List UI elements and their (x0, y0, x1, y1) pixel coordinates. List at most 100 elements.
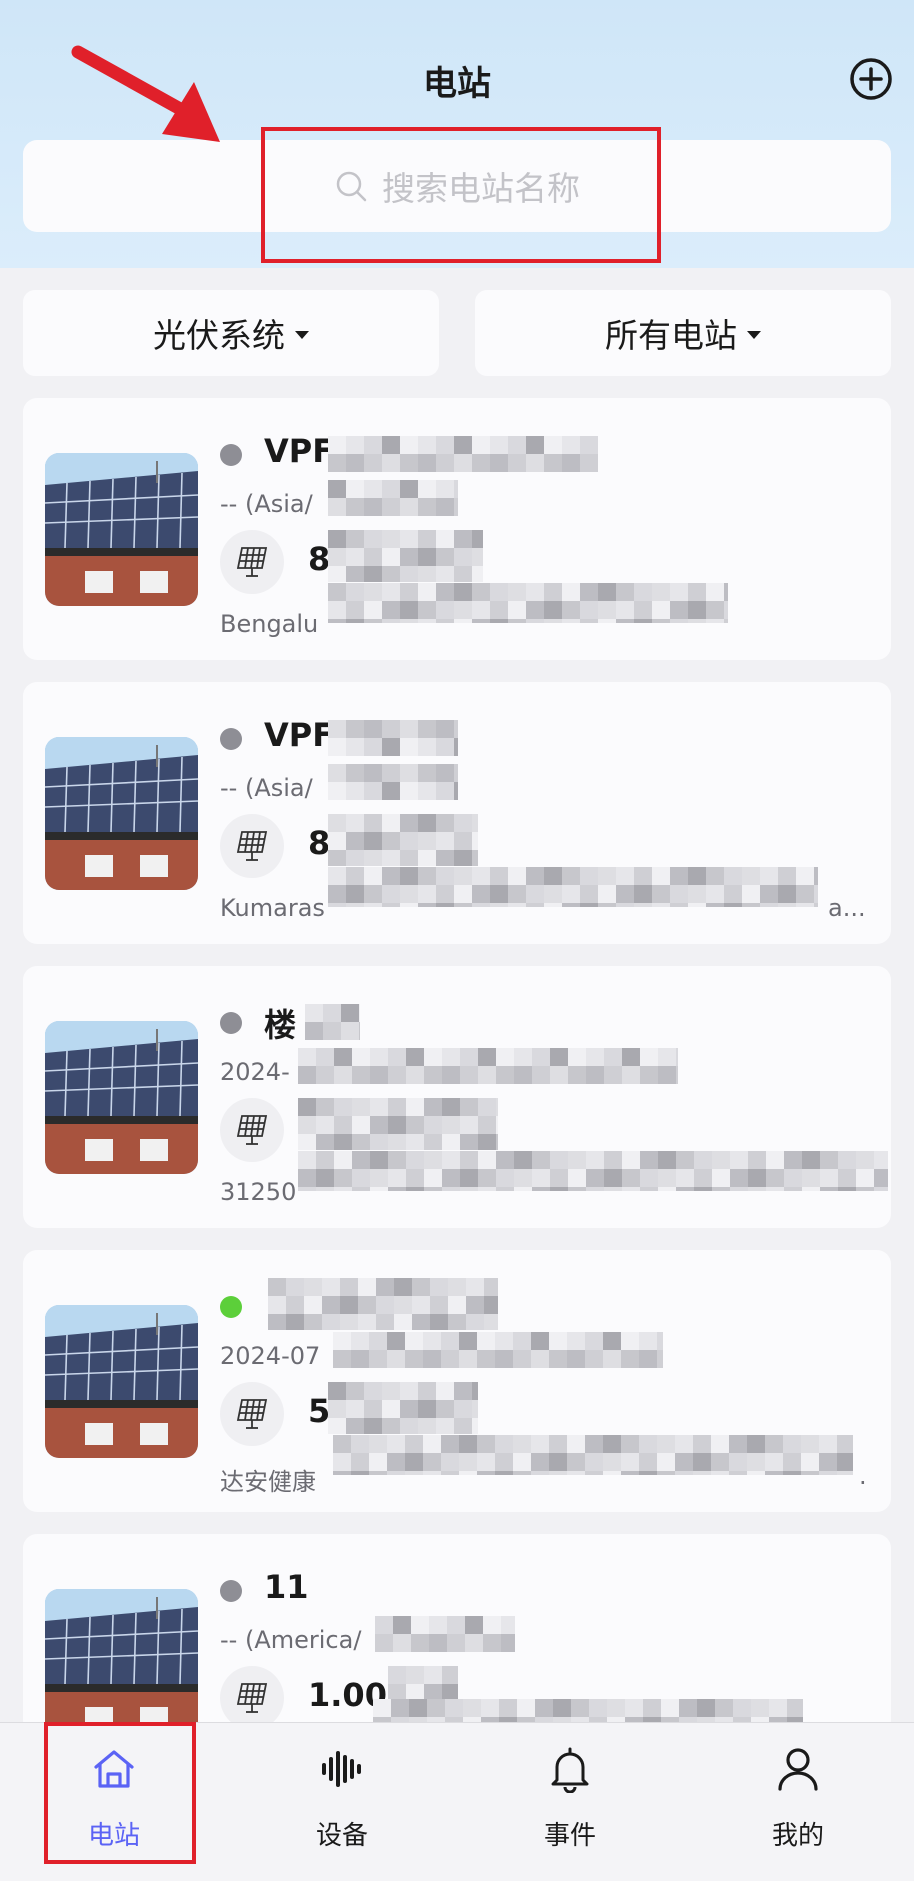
user-icon (778, 1748, 818, 1791)
redaction-pixel (729, 1453, 747, 1471)
redaction-pixel (369, 1471, 387, 1475)
station-card[interactable]: 2024-07 5 达安健康 . (23, 1250, 891, 1512)
station-card[interactable]: 楼 2024- 31250 (23, 966, 891, 1228)
redaction-pixel (352, 1048, 370, 1066)
redaction-pixel (400, 814, 418, 832)
redaction-pixel (400, 720, 418, 738)
redaction-pixel (478, 1066, 496, 1084)
redaction-pixel (874, 1169, 888, 1187)
redaction-pixel (454, 530, 472, 548)
redaction-pixel (405, 1471, 423, 1475)
station-card[interactable]: VPF -- (Asia/ 8 Kumaras a... (23, 682, 891, 944)
caret-down-icon (747, 331, 761, 339)
redaction-pixel (369, 1453, 387, 1471)
redaction-pixel (400, 867, 418, 885)
redaction-pixel (481, 1699, 499, 1717)
redaction-pixel (580, 867, 598, 885)
redaction-pixel (604, 1066, 622, 1084)
redaction-pixel (364, 454, 382, 472)
redaction-pixel (418, 885, 436, 903)
redaction-pixel (490, 867, 508, 885)
tab-devices[interactable]: 设备 (228, 1723, 456, 1881)
redaction-pixel (801, 1435, 819, 1453)
status-dot (220, 1296, 242, 1318)
redaction-pixel (532, 1169, 550, 1187)
redaction-pixel (418, 454, 436, 472)
redaction-pixel (454, 498, 458, 516)
station-card[interactable]: 11 -- (America/ 1.00 (23, 1534, 891, 1734)
redaction-pixel (526, 619, 544, 623)
search-input[interactable]: 搜索电站名称 (23, 140, 891, 232)
tab-stations[interactable]: 电站 (0, 1723, 228, 1881)
redaction-pixel (436, 814, 454, 832)
redaction-pixel (286, 1296, 304, 1314)
redaction-pixel (316, 1134, 334, 1150)
redaction-pixel (531, 1332, 549, 1350)
redaction-pixel (531, 1453, 549, 1471)
redaction-pixel (334, 1066, 352, 1084)
system-filter-dropdown[interactable]: 光伏系统 (23, 290, 439, 376)
redaction-pixel (418, 548, 436, 566)
redaction-pixel (304, 1314, 322, 1330)
redaction-pixel (603, 1453, 621, 1471)
tab-label: 电站 (87, 1821, 140, 1851)
redaction-pixel (838, 1187, 856, 1191)
search-icon (336, 171, 367, 202)
redaction-pixel (496, 1048, 514, 1066)
redaction-pixel (747, 1471, 765, 1475)
redaction-pixel (765, 1453, 783, 1471)
redaction-pixel (514, 1066, 532, 1084)
redaction-pixel (472, 583, 490, 601)
redaction-pixel (765, 1471, 783, 1475)
redaction-pixel (454, 436, 472, 454)
redaction-pixel (460, 1066, 478, 1084)
redaction-pixel (661, 1699, 679, 1717)
redaction-pixel (328, 885, 346, 903)
redaction-pixel (328, 782, 346, 800)
redaction-pixel (370, 1098, 388, 1116)
redaction-pixel (358, 1314, 376, 1330)
tab-events[interactable]: 事件 (456, 1723, 684, 1881)
redaction-pixel (580, 583, 598, 601)
redaction-pixel (393, 1616, 411, 1634)
redaction-pixel (418, 1418, 436, 1434)
redaction-pixel (544, 436, 562, 454)
redaction-pixel (766, 1187, 784, 1191)
redaction-pixel (640, 1169, 658, 1187)
redaction-pixel (706, 601, 724, 619)
redaction-pixel (675, 1453, 693, 1471)
redaction-pixel (490, 601, 508, 619)
redaction-pixel (550, 1187, 568, 1191)
add-station-icon[interactable] (848, 56, 894, 102)
redaction-pixel (513, 1435, 531, 1453)
redaction-pixel (657, 1332, 663, 1350)
redaction-pixel (463, 1699, 481, 1717)
redaction-pixel (400, 583, 418, 601)
redaction-pixel (358, 1296, 376, 1314)
redaction-pixel (334, 1169, 352, 1187)
redaction-pixel (375, 1634, 393, 1652)
station-scope-dropdown[interactable]: 所有电站 (475, 290, 891, 376)
redaction-pixel (658, 1187, 676, 1191)
redaction-pixel (820, 1169, 838, 1187)
redaction-pixel (472, 566, 483, 582)
redaction-pixel (341, 1022, 359, 1040)
redaction-pixel (328, 850, 346, 866)
redaction-pixel (496, 1151, 514, 1169)
solar-panel-icon (220, 530, 284, 594)
tab-profile[interactable]: 我的 (684, 1723, 912, 1881)
redaction-pixel (634, 619, 652, 623)
redaction-pixel (465, 1634, 483, 1652)
redaction-pixel (567, 1453, 585, 1471)
redaction-pixel (640, 1048, 658, 1066)
redaction-pixel (495, 1332, 513, 1350)
redaction-pixel (382, 601, 400, 619)
redaction-pixel (640, 1151, 658, 1169)
redaction-pixel (778, 867, 796, 885)
redaction-pixel (454, 1418, 472, 1434)
station-card[interactable]: VPF -- (Asia/ 8 Bengalu (23, 398, 891, 660)
redaction-pixel (688, 619, 706, 623)
redaction-pixel (535, 1699, 553, 1717)
redaction-pixel (298, 1098, 316, 1116)
redaction-pixel (820, 1187, 838, 1191)
